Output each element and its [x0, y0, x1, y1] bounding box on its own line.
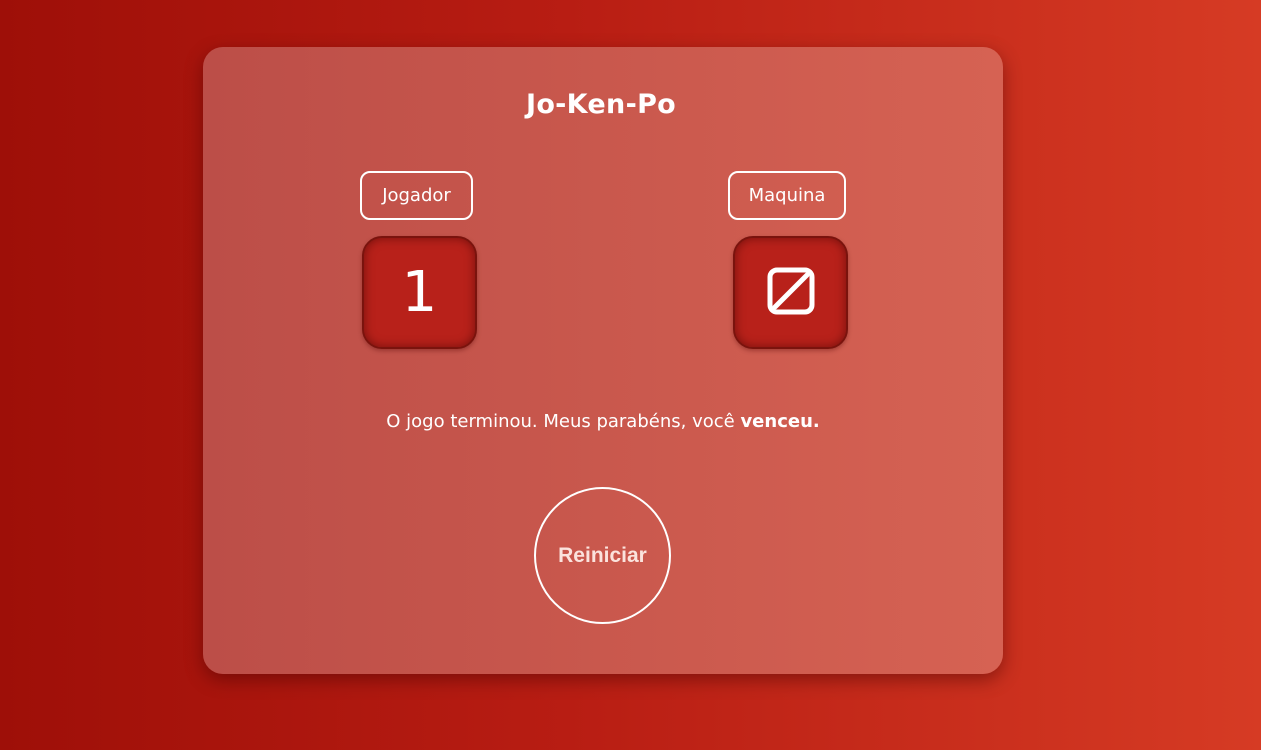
machine-label-text: Maquina: [748, 185, 826, 206]
player-score: 1: [362, 236, 477, 349]
result-message-emphasis: venceu.: [740, 411, 820, 432]
player-score-value: 1: [401, 259, 438, 325]
machine-label: Maquina: [728, 171, 846, 220]
player-label: Jogador: [360, 171, 473, 220]
page-title: Jo-Ken-Po: [525, 89, 677, 120]
game-card: Jo-Ken-Po Jogador Maquina 1 O jogo termi…: [203, 47, 1003, 674]
result-message: O jogo terminou. Meus parabéns, você ven…: [203, 411, 1003, 432]
restart-button[interactable]: Reiniciar: [534, 487, 671, 624]
player-label-text: Jogador: [382, 185, 451, 206]
machine-score: [733, 236, 848, 349]
result-message-text: O jogo terminou. Meus parabéns, você: [386, 411, 741, 432]
empty-set-icon: [767, 267, 815, 319]
